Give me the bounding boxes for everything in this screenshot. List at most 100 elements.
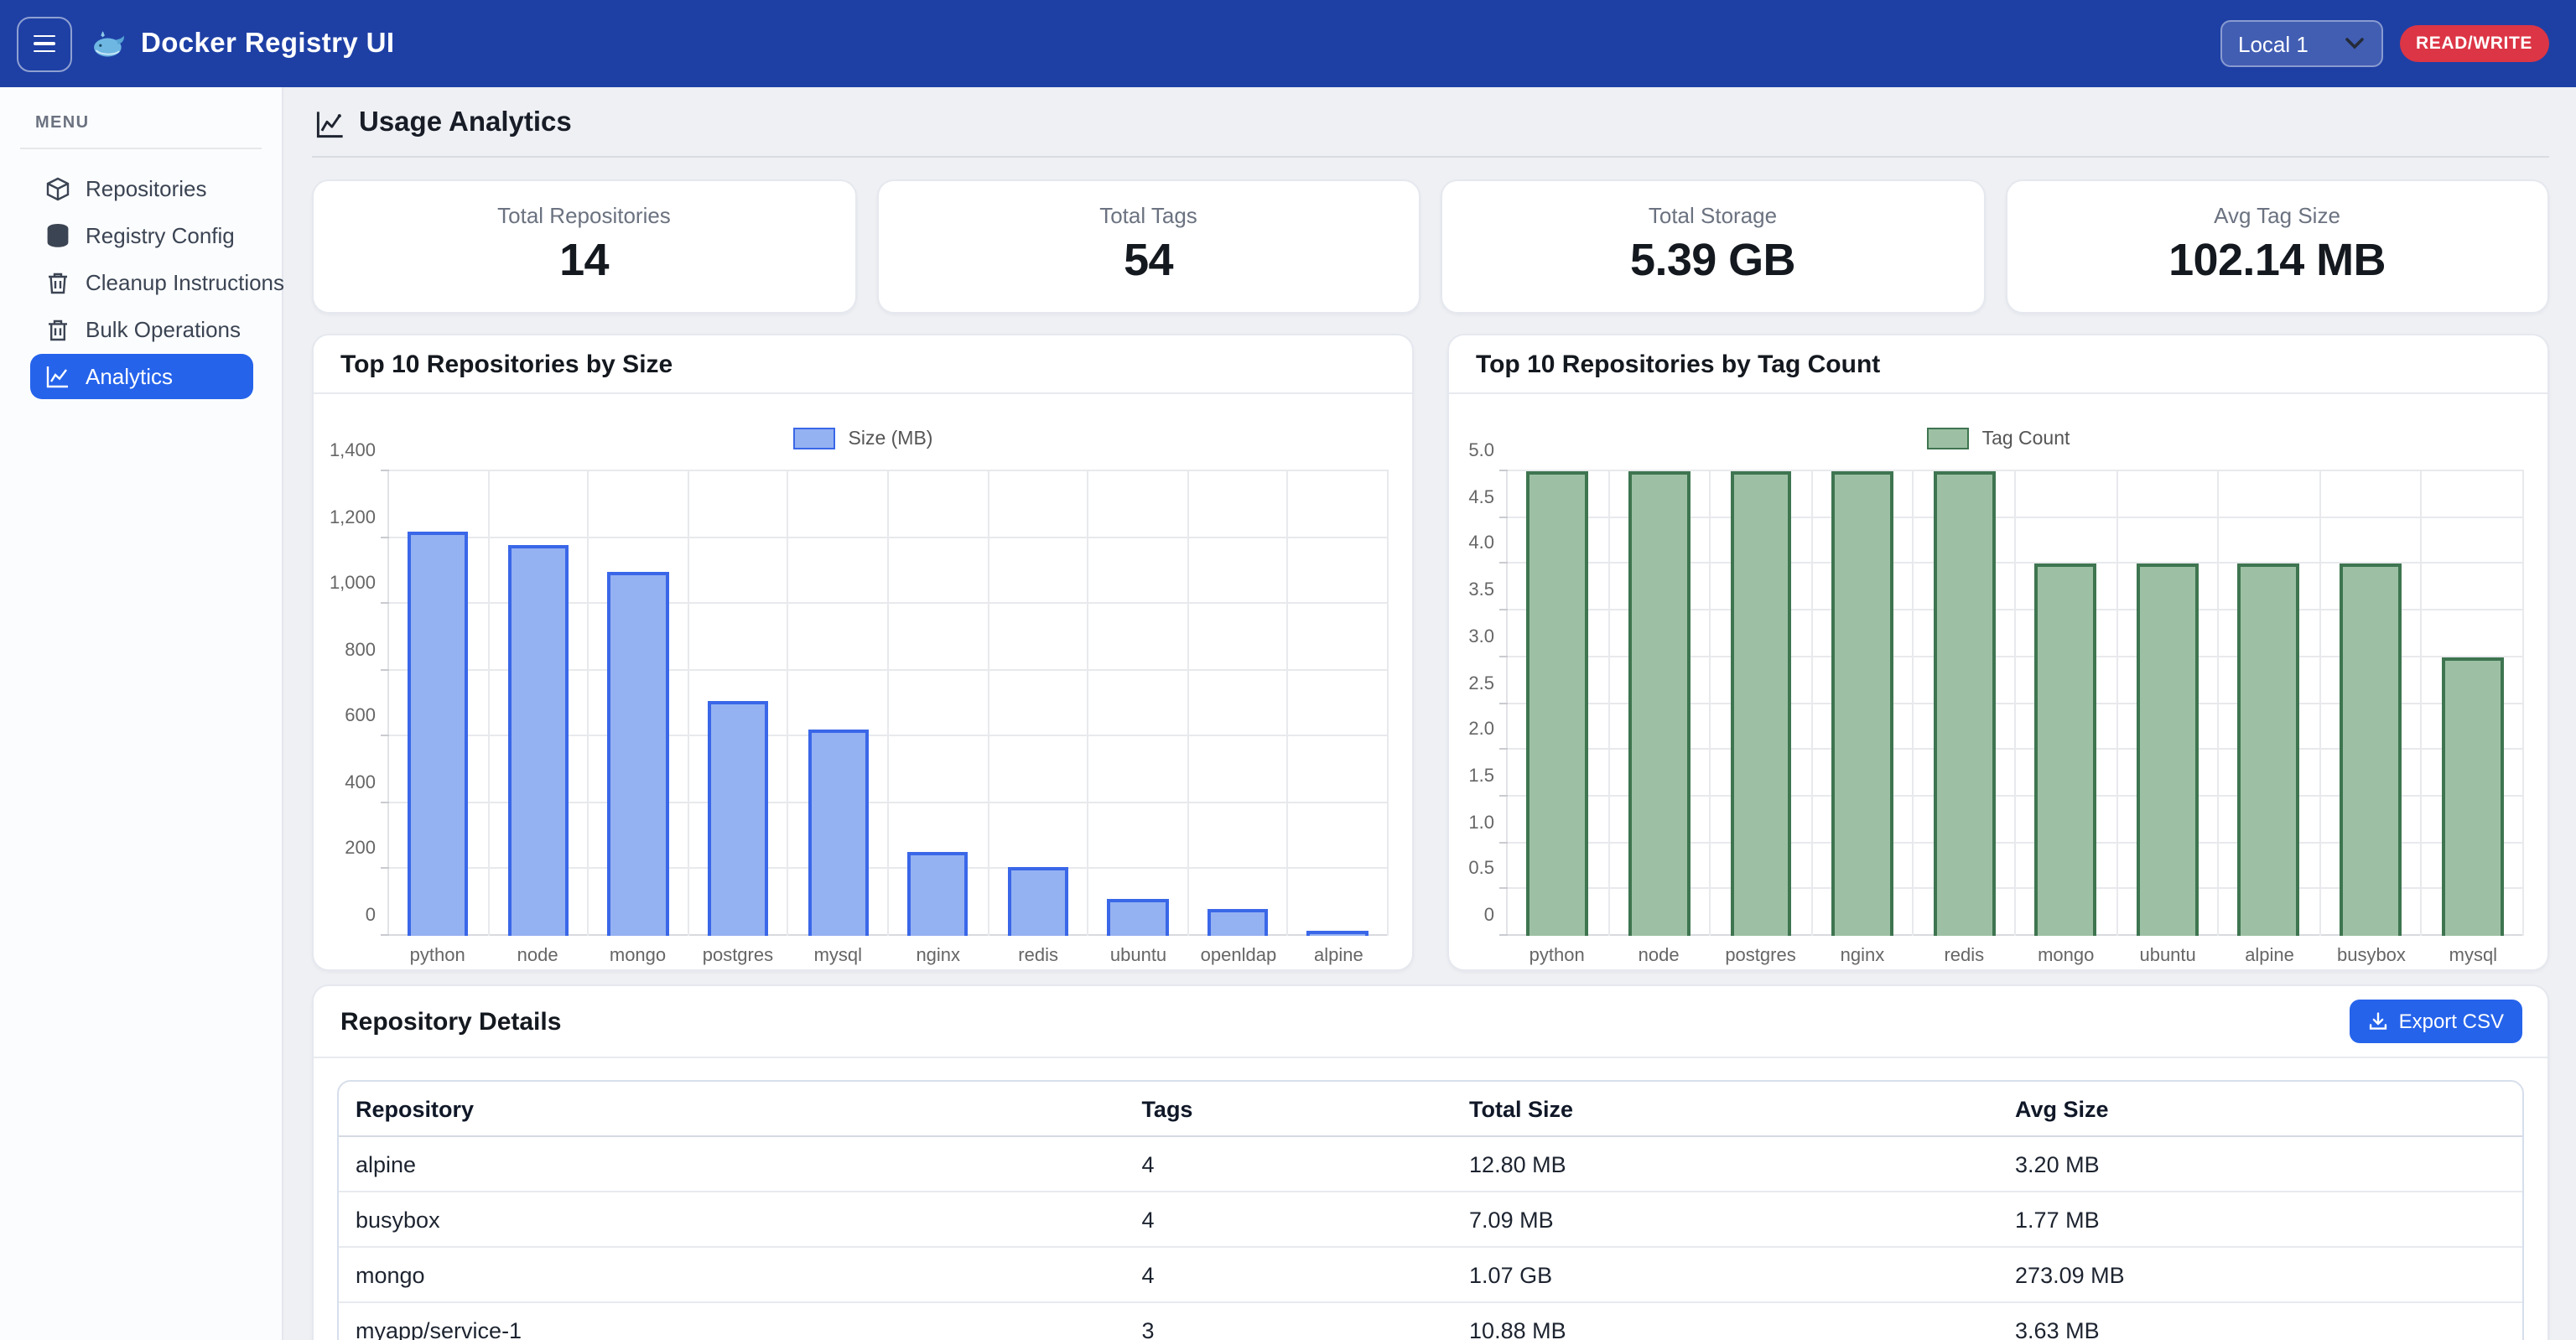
stat-label: Avg Tag Size bbox=[2007, 203, 2547, 228]
stat-card-total-repositories: Total Repositories 14 bbox=[312, 179, 856, 314]
sidebar-item-bulk-operations[interactable]: Bulk Operations bbox=[30, 307, 253, 352]
table-row: mongo41.07 GB273.09 MB bbox=[339, 1247, 2522, 1302]
bar-ubuntu bbox=[2137, 564, 2199, 936]
top-navbar: Docker Registry UI Local 1 READ/WRITE bbox=[0, 0, 2576, 87]
bar-python bbox=[408, 531, 469, 936]
table-cell: 4 bbox=[1124, 1192, 1452, 1247]
sidebar-item-analytics[interactable]: Analytics bbox=[30, 354, 253, 399]
table-cell: 7.09 MB bbox=[1452, 1192, 1998, 1247]
y-axis-tick-label: 4.0 bbox=[1468, 534, 1494, 554]
legend-label: Tag Count bbox=[1982, 428, 2070, 449]
x-axis-tick-label: redis bbox=[1914, 946, 2015, 966]
x-axis-tick-label: node bbox=[487, 946, 587, 966]
export-csv-button[interactable]: Export CSV bbox=[2350, 1000, 2522, 1043]
charts-row: Top 10 Repositories by Size Size (MB) 1,4… bbox=[312, 334, 2549, 971]
table-column-header: Total Size bbox=[1452, 1082, 1998, 1136]
legend-label: Size (MB) bbox=[849, 428, 933, 449]
sidebar-menu-label: MENU bbox=[35, 114, 282, 132]
repository-details-title: Repository Details bbox=[340, 1007, 561, 1036]
y-axis-tick-label: 1,000 bbox=[330, 574, 376, 594]
stat-value: 14 bbox=[314, 235, 854, 287]
app-title: Docker Registry UI bbox=[141, 28, 395, 60]
registry-selector-dropdown[interactable]: Local 1 bbox=[2220, 20, 2382, 67]
download-icon bbox=[2369, 1011, 2389, 1031]
bar-mysql bbox=[808, 730, 869, 936]
x-axis-tick-label: nginx bbox=[888, 946, 988, 966]
x-axis-tick-label: node bbox=[1607, 946, 1709, 966]
x-axis-tick-label: ubuntu bbox=[1088, 946, 1188, 966]
y-axis-tick-label: 3.0 bbox=[1468, 627, 1494, 647]
x-axis-tick-label: ubuntu bbox=[2116, 946, 2218, 966]
chart-legend: Tag Count bbox=[1449, 428, 2547, 449]
whale-logo-icon bbox=[92, 29, 127, 58]
table-cell: 4 bbox=[1124, 1247, 1452, 1302]
app-root: Docker Registry UI Local 1 READ/WRITE ME… bbox=[0, 0, 2576, 1340]
bar-postgres bbox=[1730, 471, 1792, 936]
sidebar-item-label: Repositories bbox=[86, 176, 207, 201]
x-axis-tick-label: mysql bbox=[2423, 946, 2524, 966]
x-axis-tick-label: openldap bbox=[1188, 946, 1288, 966]
x-axis-tick-label: alpine bbox=[2219, 946, 2320, 966]
stat-label: Total Tags bbox=[878, 203, 1419, 228]
bar-alpine bbox=[1307, 932, 1368, 936]
table-column-header: Avg Size bbox=[1998, 1082, 2522, 1136]
bar-redis bbox=[1007, 868, 1068, 936]
repository-table: RepositoryTagsTotal SizeAvg Size alpine4… bbox=[339, 1082, 2522, 1340]
y-axis-tick-label: 1,400 bbox=[330, 441, 376, 461]
table-cell: myapp/service-1 bbox=[339, 1302, 1124, 1340]
database-icon bbox=[45, 223, 70, 248]
table-cell: 3.20 MB bbox=[1998, 1136, 2522, 1192]
repository-details-header: Repository Details Export CSV bbox=[314, 986, 2547, 1058]
y-axis-tick-label: 1.0 bbox=[1468, 813, 1494, 833]
registry-selector-value: Local 1 bbox=[2238, 31, 2309, 56]
stat-card-avg-tag-size: Avg Tag Size 102.14 MB bbox=[2005, 179, 2549, 314]
x-axis-tick-label: postgres bbox=[688, 946, 787, 966]
table-cell: 4 bbox=[1124, 1136, 1452, 1192]
y-axis-tick-label: 400 bbox=[345, 773, 376, 793]
table-row: myapp/service-1310.88 MB3.63 MB bbox=[339, 1302, 2522, 1340]
y-axis-tick-label: 4.5 bbox=[1468, 487, 1494, 507]
y-axis-tick-label: 1,200 bbox=[330, 507, 376, 527]
y-axis-tick-label: 0.5 bbox=[1468, 860, 1494, 880]
bar-mongo bbox=[2035, 564, 2097, 936]
sidebar-item-registry-config[interactable]: Registry Config bbox=[30, 213, 253, 258]
legend-swatch bbox=[793, 428, 835, 449]
table-cell: alpine bbox=[339, 1136, 1124, 1192]
y-axis-tick-label: 200 bbox=[345, 839, 376, 860]
y-axis-tick-label: 5.0 bbox=[1468, 441, 1494, 461]
sidebar-item-label: Cleanup Instructions bbox=[86, 270, 284, 295]
hamburger-menu-button[interactable] bbox=[17, 16, 72, 71]
x-axis-tick-label: busybox bbox=[2320, 946, 2422, 966]
sidebar-item-label: Analytics bbox=[86, 364, 173, 389]
sidebar-item-cleanup-instructions[interactable]: Cleanup Instructions bbox=[30, 260, 253, 305]
bar-nginx bbox=[907, 851, 969, 936]
sidebar-nav: Repositories Registry Config Cleanup Instr… bbox=[0, 166, 282, 399]
bar-chart-tag-count: Tag Count5.04.54.03.53.02.52.01.51.00.50… bbox=[1449, 428, 2547, 966]
export-csv-label: Export CSV bbox=[2399, 1010, 2504, 1033]
table-cell: 3.63 MB bbox=[1998, 1302, 2522, 1340]
table-cell: 1.07 GB bbox=[1452, 1247, 1998, 1302]
x-axis-tick-label: mysql bbox=[788, 946, 888, 966]
trash-alt-icon bbox=[45, 317, 70, 342]
app-brand: Docker Registry UI bbox=[92, 28, 395, 60]
x-axis-tick-label: redis bbox=[988, 946, 1088, 966]
legend-swatch bbox=[1927, 428, 1969, 449]
x-axis-tick-label: python bbox=[1506, 946, 1607, 966]
table-cell: 10.88 MB bbox=[1452, 1302, 1998, 1340]
sidebar-item-label: Registry Config bbox=[86, 223, 235, 248]
chart-plot-area: 1,4001,2001,0008006004002000 bbox=[387, 471, 1389, 936]
sidebar-item-repositories[interactable]: Repositories bbox=[30, 166, 253, 211]
chart-legend: Size (MB) bbox=[314, 428, 1412, 449]
stat-value: 102.14 MB bbox=[2007, 235, 2547, 287]
chevron-down-icon bbox=[2344, 37, 2364, 50]
package-icon bbox=[45, 176, 70, 201]
chart-title: Top 10 Repositories by Tag Count bbox=[1449, 335, 2547, 394]
y-axis-tick-label: 3.5 bbox=[1468, 580, 1494, 600]
x-axis-tick-label: nginx bbox=[1811, 946, 1913, 966]
sidebar: MENU Repositories Registry Config Cleanup … bbox=[0, 87, 283, 1340]
chart-line-icon bbox=[45, 364, 70, 389]
stat-value: 54 bbox=[878, 235, 1419, 287]
bar-ubuntu bbox=[1108, 899, 1169, 936]
table-row: busybox47.09 MB1.77 MB bbox=[339, 1192, 2522, 1247]
chart-title: Top 10 Repositories by Size bbox=[314, 335, 1412, 394]
